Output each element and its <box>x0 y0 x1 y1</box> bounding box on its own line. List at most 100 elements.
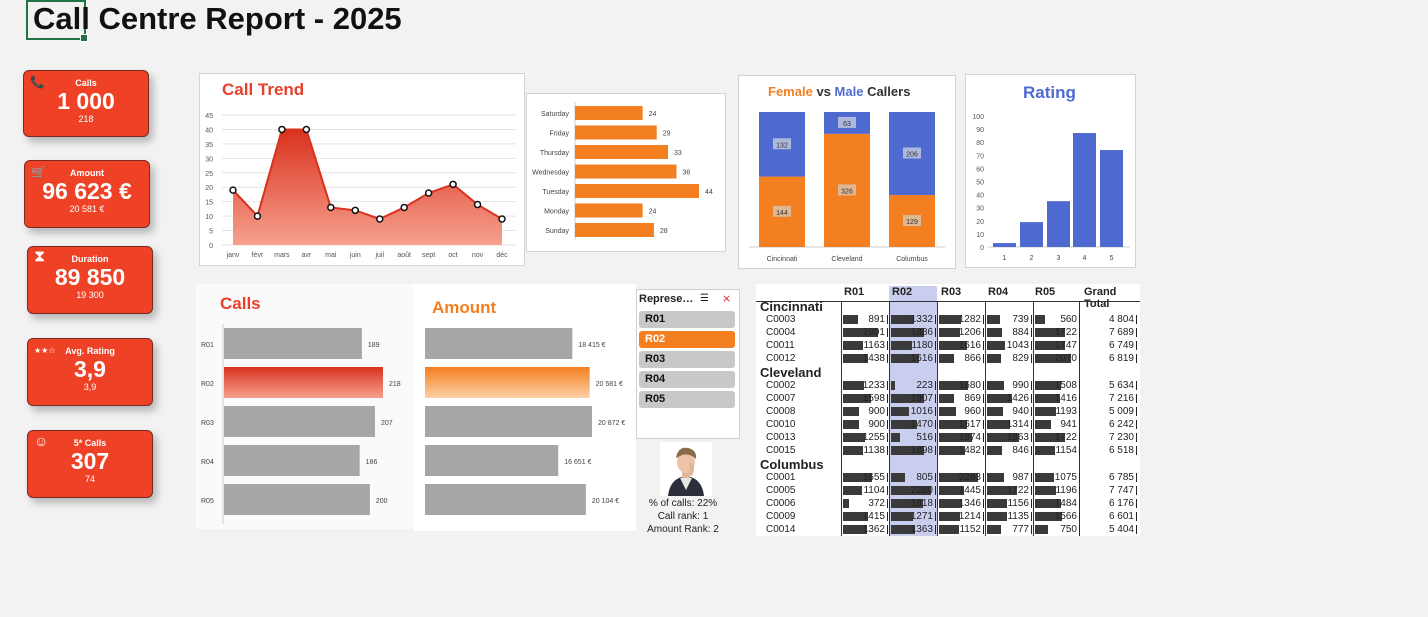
pivot-group-label: Cleveland <box>760 365 822 380</box>
databar-axis <box>935 354 936 363</box>
kpi-card-duration[interactable]: ⧗ Duration 89 850 19 300 <box>27 246 153 314</box>
databar-axis <box>1079 446 1080 455</box>
y-tick-label: 25 <box>205 171 213 178</box>
gender-callers-chart[interactable]: Female vs Male Callers 144 132 Cincinnati 3… <box>738 75 956 269</box>
slicer-item-r05[interactable]: R05 <box>639 391 735 408</box>
data-label: 207 <box>381 420 393 427</box>
data-label: 186 <box>366 459 378 466</box>
pivot-value: 960 <box>964 406 981 417</box>
pivot-row-label: C0008 <box>766 406 796 417</box>
databar-axis <box>1031 420 1032 429</box>
databar-axis <box>1031 486 1032 495</box>
databar-axis <box>887 341 888 350</box>
databar-axis <box>1031 315 1032 324</box>
databar-axis <box>1136 328 1137 337</box>
trend-point <box>400 203 408 212</box>
slicer-item-r02[interactable]: R02 <box>639 331 735 348</box>
weekday-calls-chart[interactable]: Saturday 24 Friday 29 Thursday 33 Wednesday 36 T… <box>526 93 726 252</box>
kpi-card-5-star-calls[interactable]: ☺ 5* Calls 307 74 <box>27 430 153 498</box>
kpi-value: 3,9 <box>74 356 106 382</box>
bar <box>575 145 668 159</box>
pivot-value: 900 <box>868 406 885 417</box>
column-header: R02 <box>892 286 913 298</box>
x-tick-label: Columbus <box>896 256 928 263</box>
trend-point <box>327 203 335 212</box>
databar-axis <box>1079 473 1080 482</box>
data-label: 18 415 € <box>578 342 605 349</box>
representative-slicer[interactable]: Represe… ☰ ⨯ R01 R02 R03 R04 R05 <box>636 289 740 439</box>
pivot-grand-total: 7 216 <box>1108 393 1134 404</box>
trend-point <box>473 200 482 209</box>
phone-icon: 📞 <box>30 75 45 89</box>
pivot-value: 1282 <box>958 314 981 325</box>
x-tick-label: 5 <box>1110 255 1114 262</box>
trend-point <box>424 189 433 197</box>
stars-icon: ★★☆ <box>34 346 56 355</box>
slicer-item-r03[interactable]: R03 <box>639 351 735 368</box>
databar-axis <box>935 499 936 508</box>
pivot-value: 1156 <box>1007 498 1029 509</box>
male-data-label: 206 <box>906 152 918 159</box>
pivot-grand-total: 7 230 <box>1108 432 1134 443</box>
y-tick-label: 100 <box>972 114 984 121</box>
kpi-card-avg-rating[interactable]: ★★☆ Avg. Rating 3,9 3,9 <box>27 338 153 406</box>
pivot-row-label: C0009 <box>766 511 796 522</box>
bar <box>575 223 654 237</box>
kpi-card-calls[interactable]: 📞 Calls 1 000 218 <box>23 70 149 137</box>
pivot-value: 516 <box>916 432 933 443</box>
y-tick-label: 80 <box>976 140 984 147</box>
x-tick-label: 4 <box>1083 255 1087 262</box>
calls-by-rep-chart[interactable]: Calls R01 189 R02 218 R03 207 R04 186 R05 200 <box>196 284 414 529</box>
kpi-card-amount[interactable]: 🛒 Amount 96 623 € 20 581 € <box>24 160 150 228</box>
clear-filter-icon[interactable]: ⨯ <box>722 292 731 305</box>
category-label: R05 <box>201 498 214 505</box>
y-tick-label: 0 <box>980 245 984 252</box>
slicer-item-r04[interactable]: R04 <box>639 371 735 388</box>
pivot-table[interactable]: R01 R02 R03 R04 R05 Grand Total Cincinnati C000… <box>756 284 1140 536</box>
pivot-value: 1508 <box>1054 380 1077 391</box>
slicer-item-r01[interactable]: R01 <box>639 311 735 328</box>
pivot-value: 829 <box>1012 353 1029 364</box>
databar-axis <box>1079 328 1080 337</box>
kpi-sub-value: 3,9 <box>83 382 97 392</box>
databar-axis <box>935 328 936 337</box>
x-tick-label: déc <box>496 252 508 259</box>
x-tick-label: 1 <box>1003 255 1007 262</box>
female-data-label: 326 <box>841 188 853 195</box>
databar-axis <box>887 407 888 416</box>
databar-axis <box>1136 473 1137 482</box>
x-tick-label: mars <box>274 252 290 259</box>
male-data-label: 132 <box>776 142 788 149</box>
data-label: 44 <box>705 189 713 196</box>
x-tick-label: juil <box>374 252 384 259</box>
cart-icon: 🛒 <box>31 165 46 179</box>
pivot-value: 1898 <box>910 445 933 456</box>
pivot-value: 846 <box>1012 445 1029 456</box>
databar-axis <box>1136 433 1137 442</box>
databar-axis <box>887 328 888 337</box>
y-tick-label: 70 <box>976 153 984 160</box>
amount-by-rep-chart[interactable]: Amount 18 415 €20 581 €20 872 €16 651 €2… <box>414 284 636 531</box>
pivot-row-label: C0011 <box>766 340 795 351</box>
data-label: 16 651 € <box>564 459 591 466</box>
pivot-value: 1332 <box>910 314 933 325</box>
databar-axis <box>887 499 888 508</box>
databar-axis <box>935 512 936 521</box>
rating-chart[interactable]: Rating 0 10 20 30 40 50 60 70 80 90 100 1 2 3 4 5 <box>965 74 1136 268</box>
databar-axis <box>983 394 984 403</box>
multi-select-icon[interactable]: ☰ <box>700 293 709 304</box>
databar-axis <box>983 328 984 337</box>
pivot-group-label: Cincinnati <box>760 299 823 314</box>
bar <box>425 484 586 515</box>
databar-axis <box>983 512 984 521</box>
pivot-value: 1180 <box>911 340 933 351</box>
x-tick-label: 2 <box>1030 255 1034 262</box>
pivot-value: 1722 <box>1006 485 1029 496</box>
pivot-grand-total: 4 804 <box>1108 314 1134 325</box>
databar-axis <box>1136 420 1137 429</box>
category-label: Monday <box>544 209 569 216</box>
y-tick-label: 5 <box>209 229 213 236</box>
pivot-grand-total: 6 601 <box>1108 511 1134 522</box>
call-trend-chart[interactable]: Call Trend 0 5 10 15 20 25 30 35 40 45 janv févr mar… <box>199 73 525 266</box>
pivot-value: 884 <box>1012 327 1029 338</box>
